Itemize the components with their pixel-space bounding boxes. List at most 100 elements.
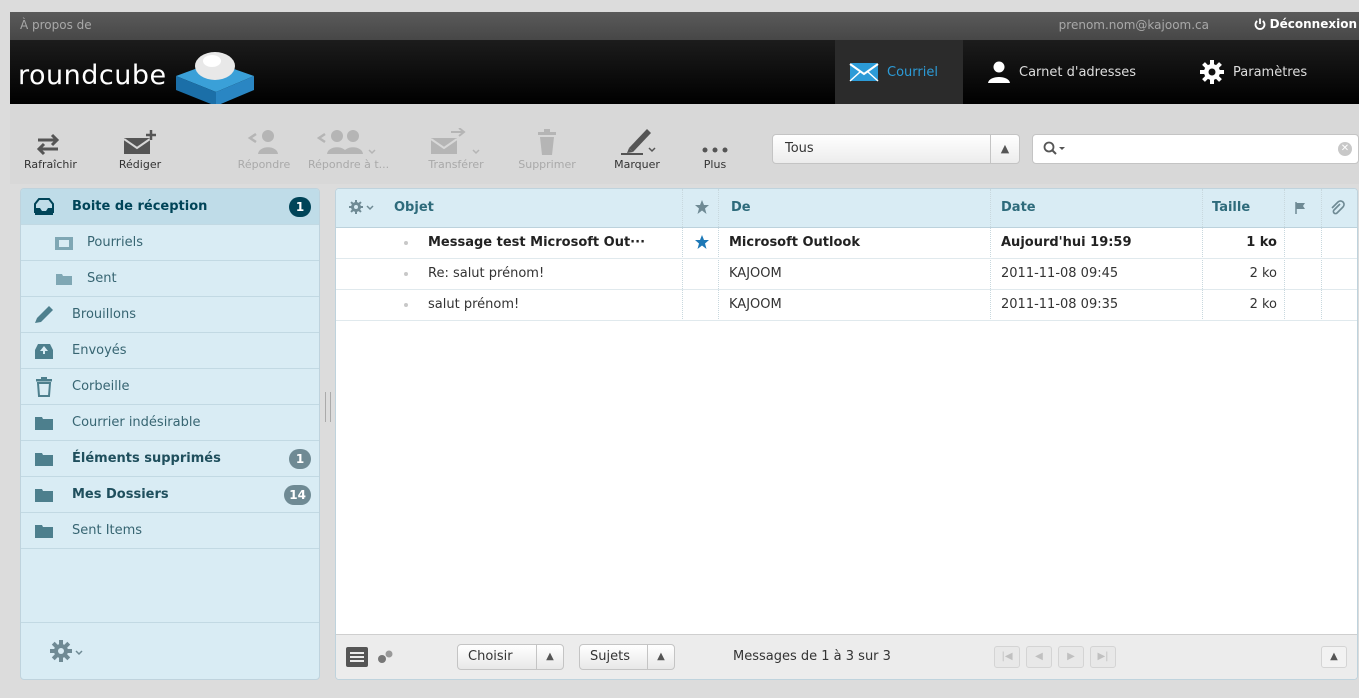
folder-icon [35,524,53,538]
more-icon [702,147,728,153]
sent-icon [35,343,53,359]
select-arrows-icon: ▲︎ [647,645,674,669]
delete-button[interactable]: Supprimer [514,122,580,171]
mark-button[interactable]: Marquer [606,122,668,171]
toggle-preview-icon[interactable]: ▲ [1321,646,1347,668]
toolbar: Rafraîchir Rédiger Répondre Répondre à t… [10,104,1359,184]
unread-badge: 14 [284,485,311,505]
folder-label: Sent [87,271,117,286]
column-size[interactable]: Taille [1212,200,1250,215]
select-arrows-icon: ▲︎ [990,135,1019,163]
folder-pourriels[interactable]: Pourriels [21,225,319,261]
prev-page-icon[interactable]: ◀ [1026,646,1052,668]
message-row[interactable]: Re: salut prénom! KAJOOM 2011-11-08 09:4… [336,258,1357,290]
more-button[interactable]: Plus [692,122,738,171]
message-row[interactable]: Message test Microsoft Out··· Microsoft … [336,227,1357,259]
paperclip-icon [1331,200,1345,215]
search-reset-icon[interactable]: ✕ [1338,142,1352,156]
list-view-icon[interactable] [346,647,368,671]
roundcube-logo-icon [176,52,254,106]
column-attachment[interactable] [1329,200,1345,220]
folder-icon [35,416,53,430]
compose-icon [123,130,156,154]
gear-icon [50,640,83,662]
folder-label: Éléments supprimés [72,451,221,466]
refresh-icon [36,133,60,156]
folder-label: Courrier indésirable [72,415,201,430]
column-from[interactable]: De [731,200,751,215]
message-subject: Re: salut prénom! [428,266,545,281]
folder-sent[interactable]: Envoyés [21,333,319,369]
refresh-button[interactable]: Rafraîchir [24,122,77,171]
reply-all-button[interactable]: Répondre à t... [308,122,389,171]
search-input[interactable]: ✕ [1032,134,1359,164]
inbox-icon [34,197,54,215]
list-options-menu[interactable] [348,199,378,219]
pencil-icon [35,305,53,323]
message-from: KAJOOM [729,266,782,281]
message-subject: Message test Microsoft Out··· [428,235,646,250]
task-mail-label: Courriel [887,64,938,80]
last-page-icon[interactable]: ▶| [1090,646,1116,668]
folder-sent-items[interactable]: Sent Items [21,513,319,549]
logout-label: Déconnexion [1269,17,1357,31]
folder-actions-menu[interactable] [49,639,85,667]
folder-icon [35,452,53,466]
first-page-icon[interactable]: |◀ [994,646,1020,668]
message-list: Objet De Date Taille Message test Micros… [335,188,1358,680]
folder-sent-sub[interactable]: Sent [21,261,319,297]
about-link[interactable]: À propos de [20,18,92,32]
forward-button[interactable]: Transférer [422,122,490,171]
gear-icon [349,200,374,214]
message-date: 2011-11-08 09:45 [1001,266,1119,281]
folder-drafts[interactable]: Brouillons [21,297,319,333]
column-flag[interactable] [694,199,710,219]
folder-deleted-items[interactable]: Éléments supprimés 1 [21,441,319,477]
filter-value: Tous [785,141,814,156]
message-date: Aujourd'hui 19:59 [1001,235,1132,250]
pane-splitter[interactable] [325,392,331,422]
message-date: 2011-11-08 09:35 [1001,297,1119,312]
folder-trash[interactable]: Corbeille [21,369,319,405]
task-settings[interactable]: Paramètres [1185,40,1345,104]
select-menu[interactable]: Choisir ▲︎ [457,644,564,670]
star-icon[interactable] [694,234,710,254]
filter-select[interactable]: Tous ▲︎ [772,134,1020,164]
task-addressbook[interactable]: Carnet d'adresses [973,40,1181,104]
message-size: 2 ko [1249,266,1277,281]
task-settings-label: Paramètres [1233,64,1308,80]
message-from: KAJOOM [729,297,782,312]
reply-button[interactable]: Répondre [228,122,300,171]
column-status[interactable] [1294,201,1308,219]
message-size: 2 ko [1249,297,1277,312]
person-icon [988,61,1010,83]
logout-button[interactable]: Déconnexion [1254,17,1357,31]
select-menu-label: Choisir [468,649,513,664]
compose-button[interactable]: Rédiger [112,122,168,171]
reply-label: Répondre [237,158,291,171]
more-label: Plus [703,158,727,171]
app-header: roundcube Courriel Carnet d'adresses Par… [10,40,1359,106]
folder-label: Corbeille [72,379,130,394]
folder-icon [35,488,53,502]
folder-my-folders[interactable]: Mes Dossiers 14 [21,477,319,513]
reply-icon [247,130,278,154]
folder-icon [56,273,72,285]
task-mail[interactable]: Courriel [835,40,963,104]
logo-text: roundcube [18,60,167,91]
message-from: Microsoft Outlook [729,235,860,250]
folder-inbox[interactable]: Boite de réception 1 [21,189,319,225]
forward-label: Transférer [428,158,484,171]
threads-icon[interactable] [376,649,396,669]
power-icon [1254,18,1266,30]
message-list-footer: Choisir ▲︎ Sujets ▲︎ Messages de 1 à 3 s… [336,634,1357,679]
column-date[interactable]: Date [1001,200,1036,215]
search-icon[interactable] [1043,141,1067,161]
flag-icon [1295,202,1305,214]
threads-menu[interactable]: Sujets ▲︎ [579,644,675,670]
next-page-icon[interactable]: ▶ [1058,646,1084,668]
folder-actions-bar [21,622,319,679]
message-row[interactable]: salut prénom! KAJOOM 2011-11-08 09:35 2 … [336,289,1357,321]
folder-junk[interactable]: Courrier indésirable [21,405,319,441]
column-subject[interactable]: Objet [394,200,434,215]
